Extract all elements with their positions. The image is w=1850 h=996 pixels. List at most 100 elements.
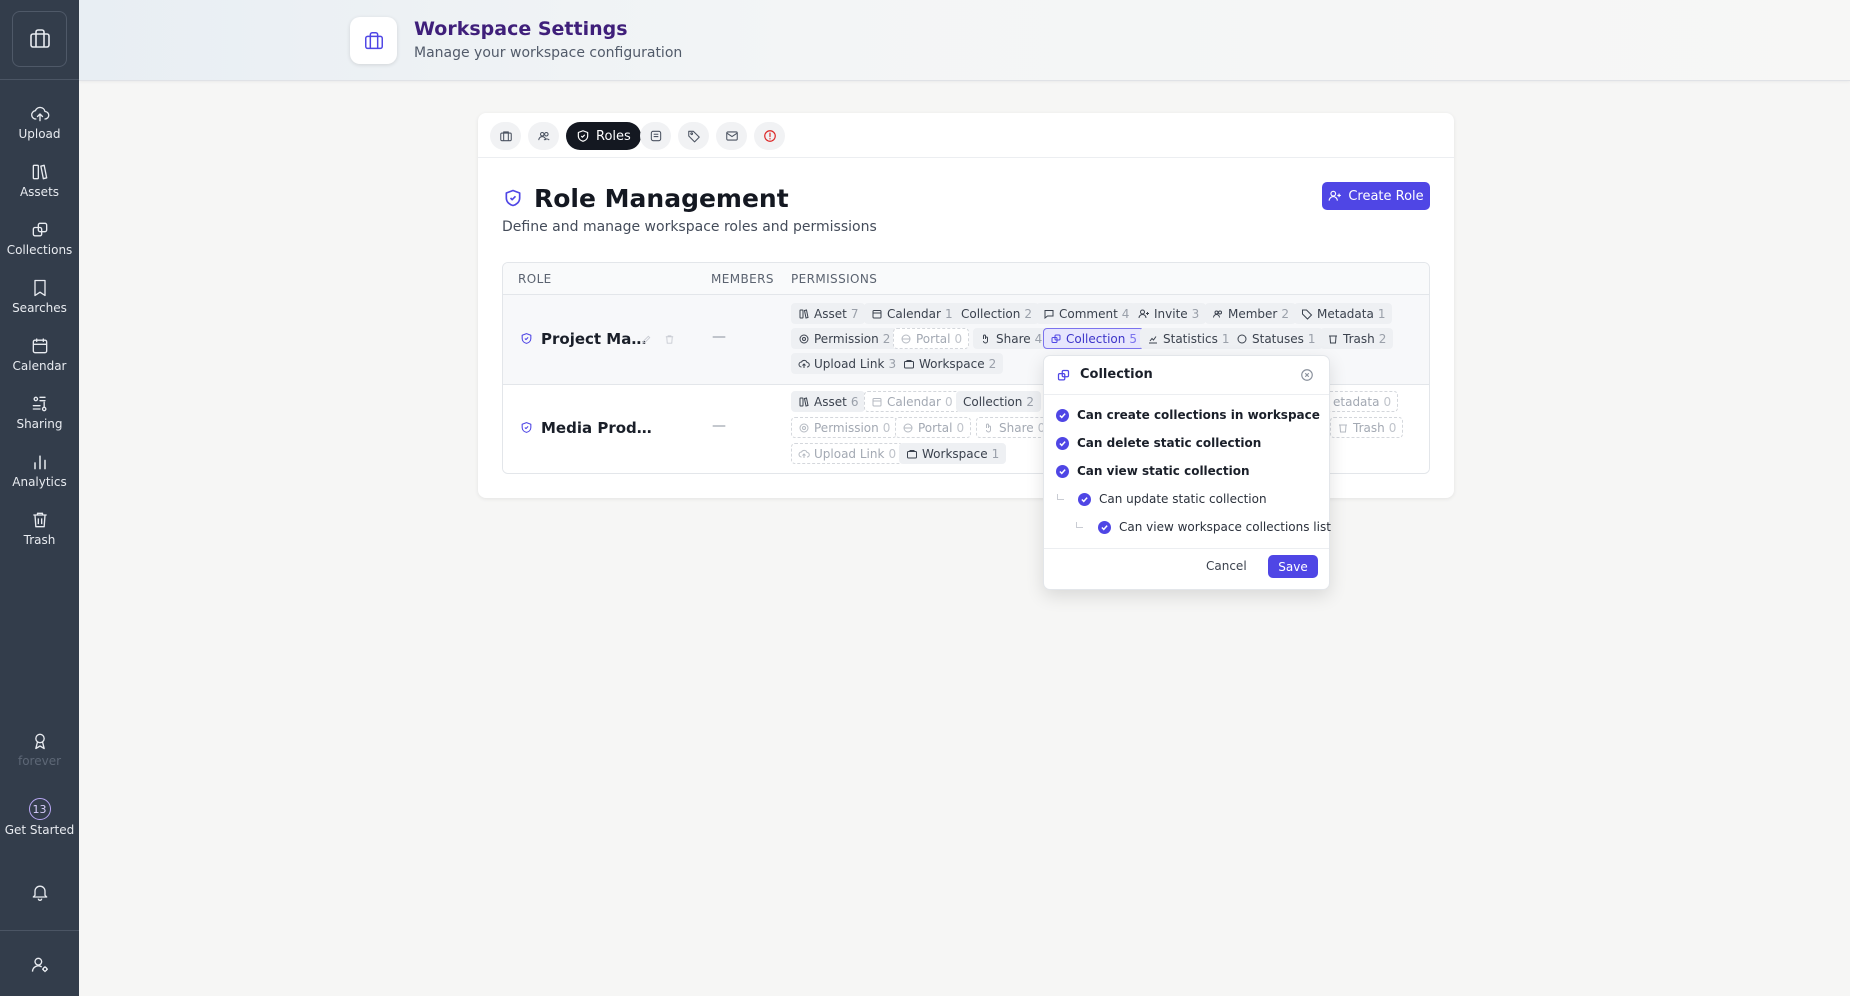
sidebar-item-label: Assets [19,185,60,199]
delete-icon[interactable] [664,334,675,345]
sidebar-item-label: Calendar [12,359,67,373]
checkbox-checked[interactable] [1056,408,1069,422]
permission-chip-collection[interactable]: Collection 2 [956,391,1041,412]
chip-label: Metadata [1317,306,1374,321]
tab-storage[interactable] [640,122,671,150]
plan-badge[interactable]: forever [0,731,79,781]
trash-icon [1339,424,1347,432]
sidebar-item-trash[interactable]: Trash [0,510,79,560]
permission-label: Can view static collection [1077,464,1250,478]
edit-icon[interactable] [641,334,652,345]
sidebar-item-label: Sharing [16,417,63,431]
permission-item[interactable]: Can view static collection [1056,464,1250,478]
permission-chip-invite[interactable]: Invite 3 [1131,303,1207,324]
sidebar-item-collections[interactable]: Collections [0,220,79,270]
permission-chip-comment[interactable]: Comment 4 [1036,303,1137,324]
trash-icon [1329,335,1337,343]
sidebar-item-searches[interactable]: Searches [0,278,79,328]
permission-chip-upload-link[interactable]: Upload Link 3 [791,353,904,374]
tab-email[interactable] [716,122,747,150]
permission-label: Can delete static collection [1077,436,1262,450]
permission-chip-asset[interactable]: Asset 6 [791,391,866,412]
sidebar-item-calendar[interactable]: Calendar [0,336,79,386]
permission-chip-asset[interactable]: Asset 7 [791,303,866,324]
sidebar-item-label: Analytics [12,475,67,489]
permission-chip-statuses[interactable]: Statuses 1 [1229,328,1323,349]
permission-chip-metadata[interactable]: Metadata 1 [1294,303,1393,324]
user-settings-icon [31,957,48,973]
notifications-button[interactable] [0,882,79,932]
briefcase-icon [907,449,917,458]
permission-chip-workspace[interactable]: Workspace 2 [896,353,1004,374]
permission-chip-portal[interactable]: Portal 0 [893,328,970,349]
permission-chip-permission[interactable]: Permission 2 [791,328,898,349]
close-icon[interactable] [1300,368,1314,382]
calendar-icon [872,309,882,318]
sidebar-item-analytics[interactable]: Analytics [0,452,79,502]
collections-icon [1057,369,1070,381]
users-icon [537,131,550,141]
trash-icon [32,512,47,528]
permission-item[interactable]: Can update static collection [1078,492,1267,506]
permission-chip-workspace[interactable]: Workspace 1 [899,443,1007,464]
checkbox-checked[interactable] [1056,464,1069,478]
chip-label: Asset [814,306,847,321]
sidebar-item-label: Searches [12,301,67,315]
checkbox-checked[interactable] [1056,436,1069,450]
permission-chip-collection-selected[interactable]: Collection 5 [1043,328,1144,349]
permission-chip-upload-link[interactable]: Upload Link 0 [791,443,904,464]
permission-chip-share[interactable]: Share 0 [976,417,1053,438]
chip-label: Workspace [922,446,988,461]
tree-connector [1076,522,1083,528]
tab-tags[interactable] [678,122,709,150]
permission-chip-metadata[interactable]: etadata 0 [1326,391,1399,412]
tab-members[interactable] [528,122,559,150]
sharing-icon [32,396,47,412]
permission-chip-calendar[interactable]: Calendar 1 [864,303,960,324]
checkbox-checked[interactable] [1078,492,1091,506]
briefcase-icon [29,29,50,48]
chip-label: Upload Link [814,446,885,461]
permission-chip-collection[interactable]: Collection 2 [954,303,1039,324]
permission-chip-statistics[interactable]: Statistics 1 [1140,328,1237,349]
mail-icon [725,131,738,141]
sidebar-item-sharing[interactable]: Sharing [0,394,79,444]
page-header: Workspace Settings Manage your workspace… [79,0,1850,81]
plan-label: forever [17,754,62,768]
permission-chip-calendar[interactable]: Calendar 0 [864,391,960,412]
tab-roles[interactable]: Roles [566,122,641,150]
permission-item[interactable]: Can delete static collection [1056,436,1261,450]
sidebar-item-label: Upload [18,127,61,141]
workspace-logo-button[interactable] [12,11,67,67]
chip-label: Trash [1353,420,1385,435]
permission-chip-trash[interactable]: Trash 0 [1330,417,1404,438]
get-started-button[interactable]: 13 Get Started [0,798,79,848]
permission-chip-trash[interactable]: Trash 2 [1320,328,1394,349]
chip-label: Statuses [1252,331,1304,346]
create-role-button[interactable]: Create Role [1322,182,1430,210]
permission-label: Can create collections in workspace [1077,408,1320,422]
checkbox-checked[interactable] [1098,520,1111,534]
permission-chip-portal[interactable]: Portal 0 [895,417,972,438]
chip-count: 1 [1377,306,1386,321]
permission-item[interactable]: Can create collections in workspace [1056,408,1320,422]
permission-item[interactable]: Can view workspace collections list [1098,520,1331,534]
sidebar-item-upload[interactable]: Upload [0,104,79,154]
sidebar-item-assets[interactable]: Assets [0,162,79,212]
circle-icon [1237,334,1247,343]
chip-count: 1 [1307,331,1316,346]
chip-label: Portal [918,420,953,435]
cancel-button[interactable]: Cancel [1206,559,1247,573]
account-settings-button[interactable] [0,955,79,996]
check-icon [1059,440,1066,446]
briefcase-icon [364,31,383,49]
save-button[interactable]: Save [1268,555,1318,578]
permission-chip-member[interactable]: Member 2 [1205,303,1296,324]
create-role-label: Create Role [1348,188,1424,204]
tab-workspace[interactable] [490,122,521,150]
check-icon [1101,524,1108,530]
permission-chip-permission[interactable]: Permission 0 [791,417,898,438]
user-plus-icon [1138,309,1149,318]
tab-danger-zone[interactable] [754,122,785,150]
permission-chip-share[interactable]: Share 4 [973,328,1050,349]
